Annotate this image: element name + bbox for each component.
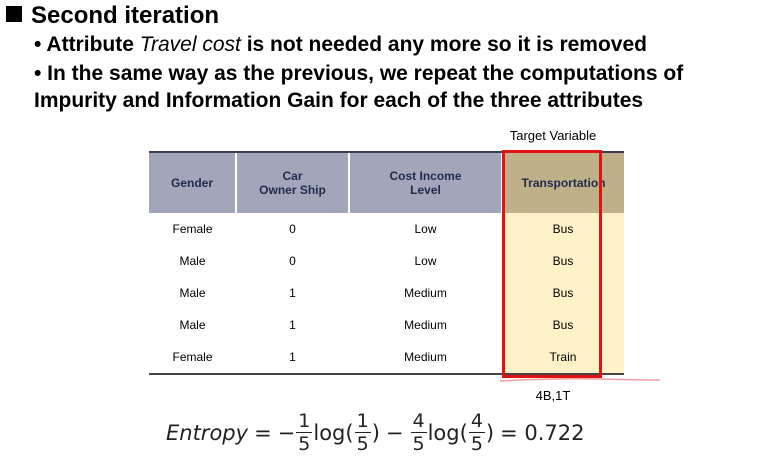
formula-equals: = bbox=[254, 420, 272, 445]
fraction-3: 45 bbox=[410, 410, 427, 455]
formula-minus-1: − bbox=[277, 420, 296, 445]
formula-lhs: Entropy bbox=[166, 420, 249, 445]
formula-result: = 0.722 bbox=[500, 420, 585, 445]
class-count-label: 4B,1T bbox=[535, 388, 571, 403]
fraction-2: 15 bbox=[354, 410, 371, 455]
entropy-formula: Entropy = − 15 log( 15 ) − 45 log( 45 ) … bbox=[166, 410, 585, 455]
handwritten-underline bbox=[499, 378, 661, 382]
formula-minus-2: − bbox=[385, 420, 404, 445]
fraction-1: 15 bbox=[296, 410, 313, 455]
fraction-4: 45 bbox=[468, 410, 485, 455]
